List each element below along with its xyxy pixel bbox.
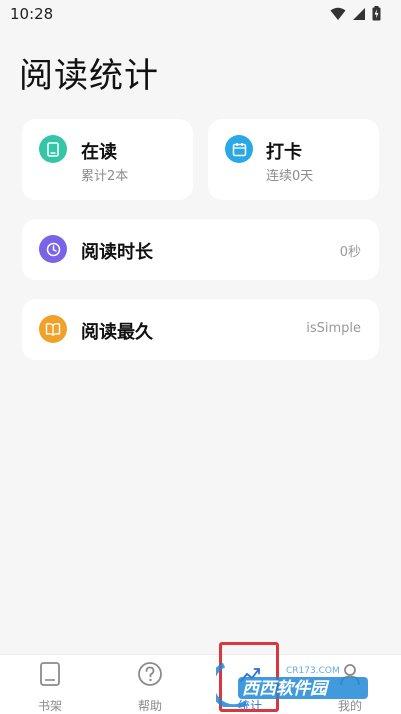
reading-card-subtitle: 累计2本 xyxy=(81,169,129,184)
reading-duration-title: 阅读时长 xyxy=(81,242,153,263)
signal-icon xyxy=(353,7,365,20)
page-title: 阅读统计 xyxy=(19,56,159,96)
reading-card-title: 在读 xyxy=(81,142,117,163)
watermark-logo: 西西软件园 CR173.COM xyxy=(216,662,368,707)
open-book-icon xyxy=(39,315,67,343)
checkin-card-title: 打卡 xyxy=(266,142,302,163)
svg-text:西西软件园: 西西软件园 xyxy=(242,679,330,699)
reading-card[interactable]: 在读 累计2本 xyxy=(22,119,193,200)
status-time: 10:28 xyxy=(10,5,54,23)
svg-text:CR173.COM: CR173.COM xyxy=(286,666,340,676)
checkin-card[interactable]: 打卡 连续0天 xyxy=(208,119,379,200)
book-icon xyxy=(40,662,60,686)
longest-read-title: 阅读最久 xyxy=(81,322,153,343)
longest-read-card[interactable]: 阅读最久 isSimple xyxy=(22,299,379,360)
nav-item-bookshelf[interactable]: 书架 xyxy=(20,661,80,713)
reading-duration-value: 0秒 xyxy=(339,245,361,260)
longest-read-value: isSimple xyxy=(306,321,361,336)
status-bar: 10:28 xyxy=(0,0,401,28)
calendar-icon xyxy=(225,135,253,163)
checkin-card-subtitle: 连续0天 xyxy=(266,169,314,184)
status-icons xyxy=(330,6,381,21)
clock-icon xyxy=(39,235,67,263)
wifi-icon xyxy=(330,7,346,20)
nav-label-bookshelf: 书架 xyxy=(37,699,62,713)
nav-label-help: 帮助 xyxy=(137,699,162,713)
nav-item-help[interactable]: 帮助 xyxy=(120,661,180,713)
book-icon xyxy=(39,135,67,163)
reading-duration-card[interactable]: 阅读时长 0秒 xyxy=(22,219,379,280)
help-icon xyxy=(138,662,162,686)
battery-charging-icon xyxy=(372,6,381,21)
